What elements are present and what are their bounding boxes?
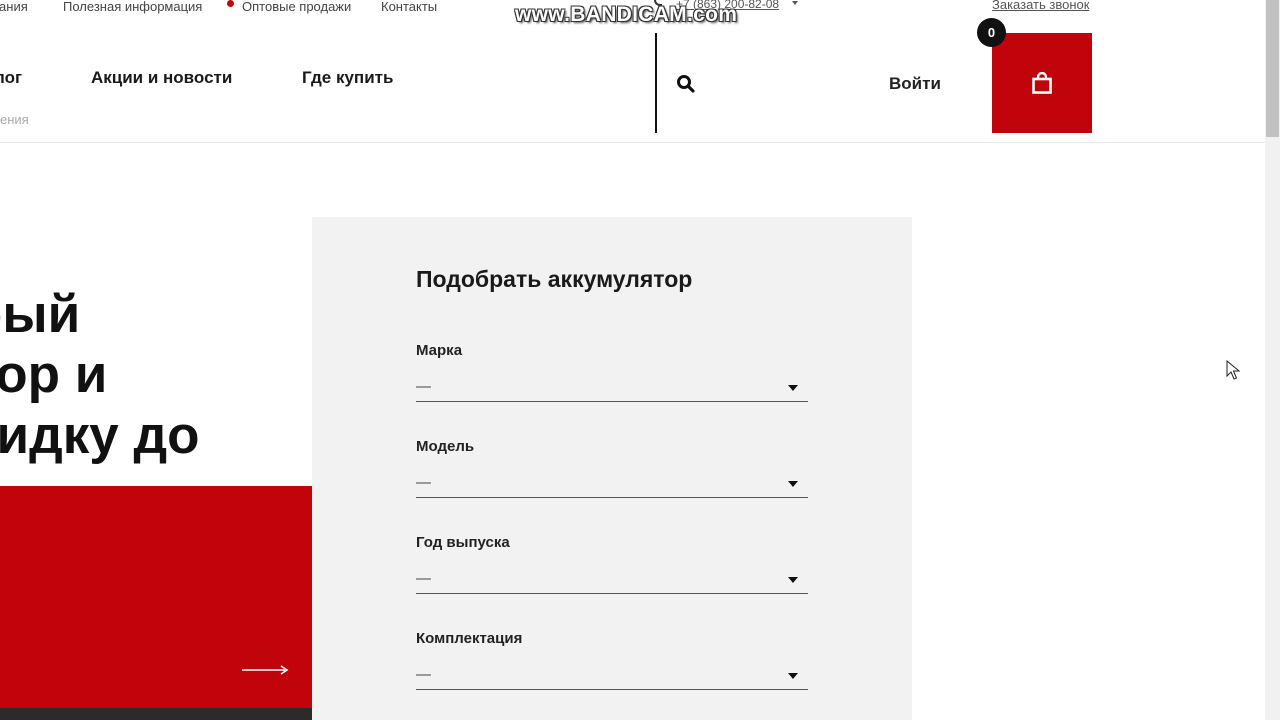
nav-item-where-to-buy[interactable]: Где купить <box>302 68 393 88</box>
chevron-down-icon <box>788 577 798 583</box>
top-link-company[interactable]: пания <box>0 0 28 14</box>
search-icon[interactable] <box>676 74 696 94</box>
chevron-down-icon <box>788 673 798 679</box>
field-label-model: Модель <box>416 438 475 455</box>
callback-link[interactable]: Заказать звонок <box>992 0 1089 12</box>
selector-title: Подобрать аккумулятор <box>416 266 693 292</box>
hero-dark-strip <box>0 708 312 720</box>
arrow-right-icon[interactable] <box>241 663 289 681</box>
nav-item-promotions-news[interactable]: Акции и новости <box>91 68 232 88</box>
header-divider <box>655 33 657 133</box>
mouse-cursor-icon <box>1226 359 1241 385</box>
page-scrollbar-thumb[interactable] <box>1266 0 1279 137</box>
cart-count-badge: 0 <box>977 18 1006 47</box>
hero-heading-line-3: кидку до <box>0 406 200 465</box>
nav-subtext: ения <box>0 112 29 127</box>
field-label-trim: Комплектация <box>416 630 523 647</box>
cart-button[interactable] <box>992 33 1092 133</box>
watermark: www.BANDICAM.com <box>515 3 738 26</box>
field-label-year: Год выпуска <box>416 534 510 551</box>
hero-heading-line-1: рый <box>0 285 81 344</box>
model-select[interactable]: — <box>416 469 808 498</box>
chevron-down-icon <box>788 481 798 487</box>
top-link-wholesale[interactable]: Оптовые продажи <box>242 0 351 14</box>
model-select-value: — <box>416 474 431 491</box>
brand-select-value: — <box>416 378 431 395</box>
top-link-contacts[interactable]: Контакты <box>381 0 437 14</box>
login-button[interactable]: Войти <box>889 74 941 94</box>
wholesale-dot-icon <box>227 0 234 7</box>
nav-item-catalog[interactable]: лог <box>0 68 22 88</box>
chevron-down-icon <box>788 385 798 391</box>
shopping-bag-icon <box>1032 72 1052 94</box>
top-link-useful-info[interactable]: Полезная информация <box>63 0 202 14</box>
year-select[interactable]: — <box>416 565 808 594</box>
brand-select[interactable]: — <box>416 373 808 402</box>
trim-select-value: — <box>416 666 431 683</box>
field-label-brand: Марка <box>416 342 463 359</box>
header-bottom-border <box>0 142 1265 143</box>
trim-select[interactable]: — <box>416 661 808 690</box>
phone-dropdown-caret-icon[interactable] <box>792 1 798 5</box>
year-select-value: — <box>416 570 431 587</box>
hero-heading-line-2: тор и <box>0 345 108 404</box>
